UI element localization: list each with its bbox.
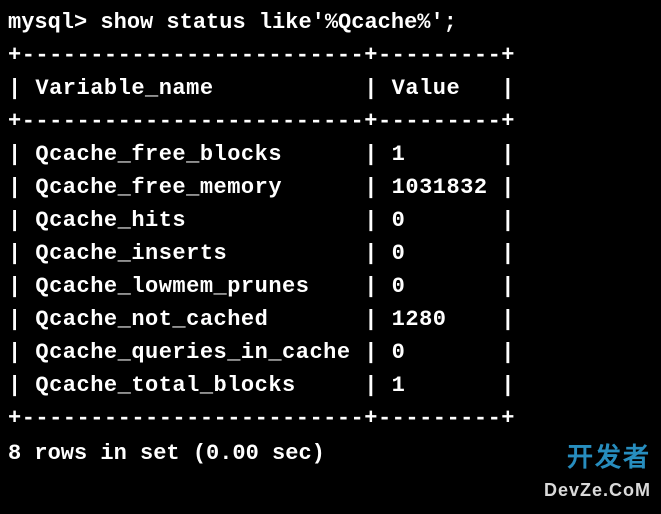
table-row: | Qcache_queries_in_cache | 0 |: [8, 336, 653, 369]
command-line[interactable]: mysql> show status like'%Qcache%';: [8, 6, 653, 39]
table-row: | Qcache_lowmem_prunes | 0 |: [8, 270, 653, 303]
result-table: +-------------------------+---------+| V…: [8, 39, 653, 435]
table-header: | Variable_name | Value |: [8, 72, 653, 105]
watermark-en: DevZe.CoM: [544, 477, 651, 504]
sql-command: show status like'%Qcache%';: [100, 10, 456, 35]
table-border: +-------------------------+---------+: [8, 39, 653, 72]
table-row: | Qcache_hits | 0 |: [8, 204, 653, 237]
mysql-prompt: mysql>: [8, 10, 100, 35]
result-summary: 8 rows in set (0.00 sec): [8, 437, 653, 470]
table-row: | Qcache_free_memory | 1031832 |: [8, 171, 653, 204]
table-row: | Qcache_free_blocks | 1 |: [8, 138, 653, 171]
table-row: | Qcache_total_blocks | 1 |: [8, 369, 653, 402]
table-border: +-------------------------+---------+: [8, 105, 653, 138]
table-border: +-------------------------+---------+: [8, 402, 653, 435]
table-row: | Qcache_not_cached | 1280 |: [8, 303, 653, 336]
table-row: | Qcache_inserts | 0 |: [8, 237, 653, 270]
